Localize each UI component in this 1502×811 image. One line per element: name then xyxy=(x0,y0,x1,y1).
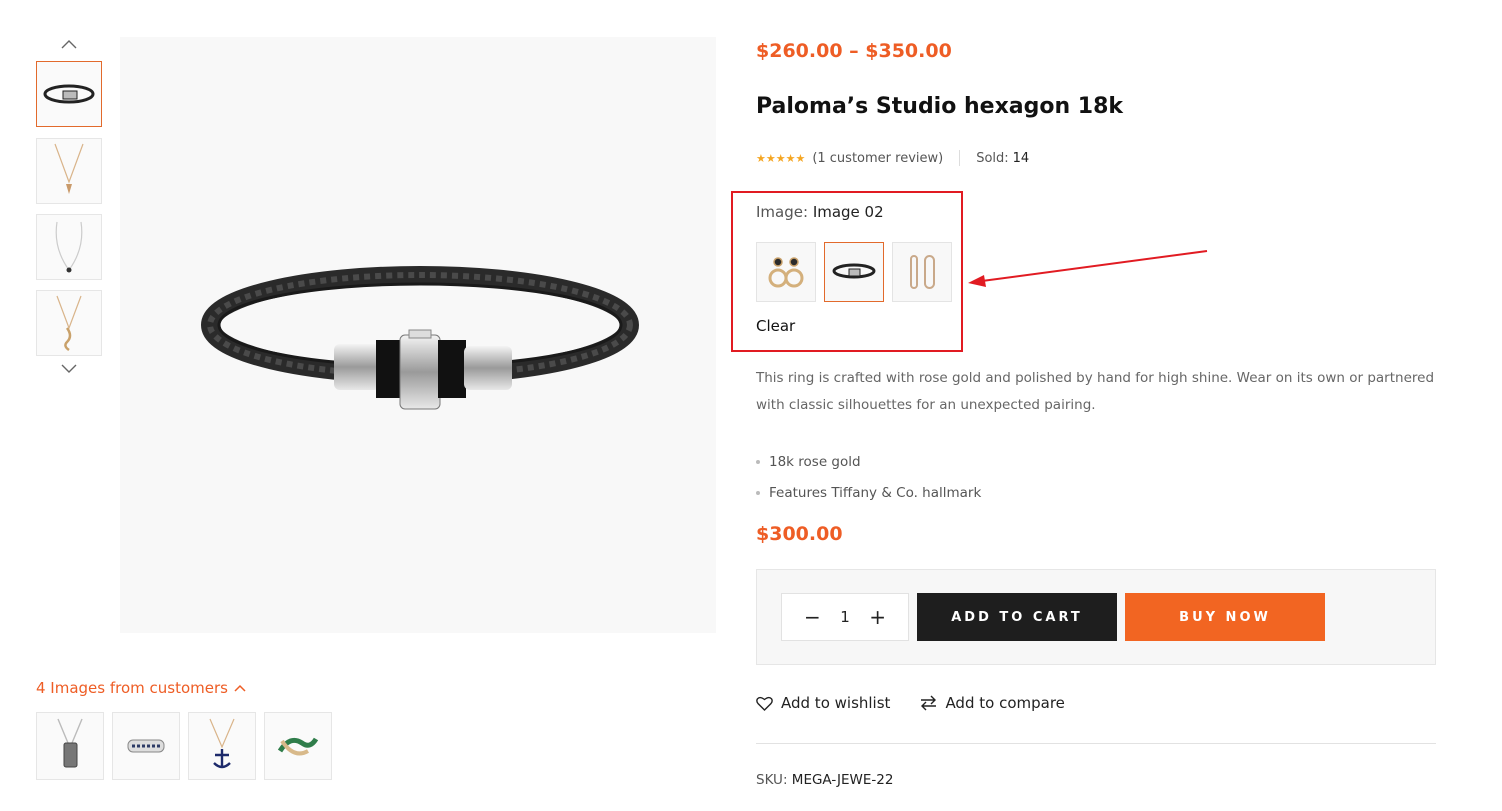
product-actions: Add to wishlist Add to compare xyxy=(756,694,1095,712)
divider xyxy=(959,150,961,166)
decrease-quantity-button[interactable]: − xyxy=(804,607,821,627)
customer-image-1[interactable] xyxy=(36,712,104,780)
customer-image-3[interactable] xyxy=(188,712,256,780)
hoops-swatch-icon xyxy=(910,255,935,289)
review-row: ★★★★★ (1 customer review) Sold: 14 xyxy=(756,150,1029,166)
sku-row: SKU: MEGA-JEWE-22 xyxy=(756,772,893,788)
review-count-link[interactable]: (1 customer review) xyxy=(812,151,943,166)
customer-images-toggle[interactable]: 4 Images from customers xyxy=(36,679,247,697)
list-item: 18k rose gold xyxy=(756,446,981,477)
chevron-up-icon xyxy=(234,684,246,692)
gallery-thumbnail-4[interactable] xyxy=(36,290,102,356)
necklace-thumb-icon xyxy=(54,143,84,194)
customer-image-2[interactable] xyxy=(112,712,180,780)
rating-stars-icon: ★★★★★ xyxy=(756,151,806,165)
pendant-thumb-icon xyxy=(55,221,83,273)
customer-image-4[interactable] xyxy=(264,712,332,780)
divider xyxy=(756,743,1436,744)
feature-list: 18k rose gold Features Tiffany & Co. hal… xyxy=(756,446,981,508)
sold-count: 14 xyxy=(1012,150,1030,166)
customer-images-label: 4 Images from customers xyxy=(36,679,228,697)
tag-necklace-icon xyxy=(57,718,83,768)
variation-label: Image: Image 02 xyxy=(756,203,884,221)
gallery-thumbnail-2[interactable] xyxy=(36,138,102,204)
wishlist-label: Add to wishlist xyxy=(781,694,891,712)
gallery-thumbnail-3[interactable] xyxy=(36,214,102,280)
gallery-up-chevron-icon[interactable] xyxy=(58,37,80,51)
feature-text: Features Tiffany & Co. hallmark xyxy=(769,484,982,501)
sku-value: MEGA-JEWE-22 xyxy=(791,772,894,788)
quantity-stepper: − 1 + xyxy=(781,593,909,641)
main-product-image[interactable] xyxy=(120,37,716,633)
variation-swatch-earrings[interactable] xyxy=(756,242,816,302)
bracelet-swatch-icon xyxy=(832,263,876,279)
sku-label: SKU: xyxy=(756,772,788,788)
product-description: This ring is crafted with rose gold and … xyxy=(756,370,1435,413)
clear-variation-link[interactable]: Clear xyxy=(756,317,795,335)
variation-swatch-bracelet[interactable] xyxy=(824,242,884,302)
increase-quantity-button[interactable]: + xyxy=(869,607,886,627)
compare-label: Add to compare xyxy=(945,694,1065,712)
add-to-compare-link[interactable]: Add to compare xyxy=(920,694,1065,712)
ring-icon xyxy=(127,739,165,753)
chain-thumb-icon xyxy=(56,295,82,352)
heart-icon xyxy=(756,696,773,711)
price-range: $260.00 – $350.00 xyxy=(756,40,952,62)
add-to-cart-button[interactable]: ADD TO CART xyxy=(917,593,1117,641)
buy-now-button[interactable]: BUY NOW xyxy=(1125,593,1325,641)
feature-text: 18k rose gold xyxy=(769,453,861,470)
compare-arrows-icon xyxy=(921,695,937,711)
sold-label: Sold: xyxy=(976,150,1009,166)
product-title: Paloma’s Studio hexagon 18k xyxy=(756,94,1124,119)
variation-selected-value: Image 02 xyxy=(812,203,884,221)
anchor-necklace-icon xyxy=(209,718,235,769)
leather-bracelet-image xyxy=(201,266,639,410)
bracelet-thumb-icon xyxy=(43,84,95,104)
earrings-swatch-icon xyxy=(768,257,804,288)
list-item: Features Tiffany & Co. hallmark xyxy=(756,477,981,508)
gallery-down-chevron-icon[interactable] xyxy=(58,362,80,376)
quantity-value[interactable]: 1 xyxy=(840,608,850,626)
gallery-thumbnail-1[interactable] xyxy=(36,61,102,127)
variation-swatch-hoops[interactable] xyxy=(892,242,952,302)
bullet-icon xyxy=(756,490,760,495)
bullet-icon xyxy=(756,459,760,464)
add-to-wishlist-link[interactable]: Add to wishlist xyxy=(756,694,890,712)
variation-label-text: Image: xyxy=(756,203,809,221)
variation-price: $300.00 xyxy=(756,523,843,545)
green-ring-icon xyxy=(277,737,319,756)
